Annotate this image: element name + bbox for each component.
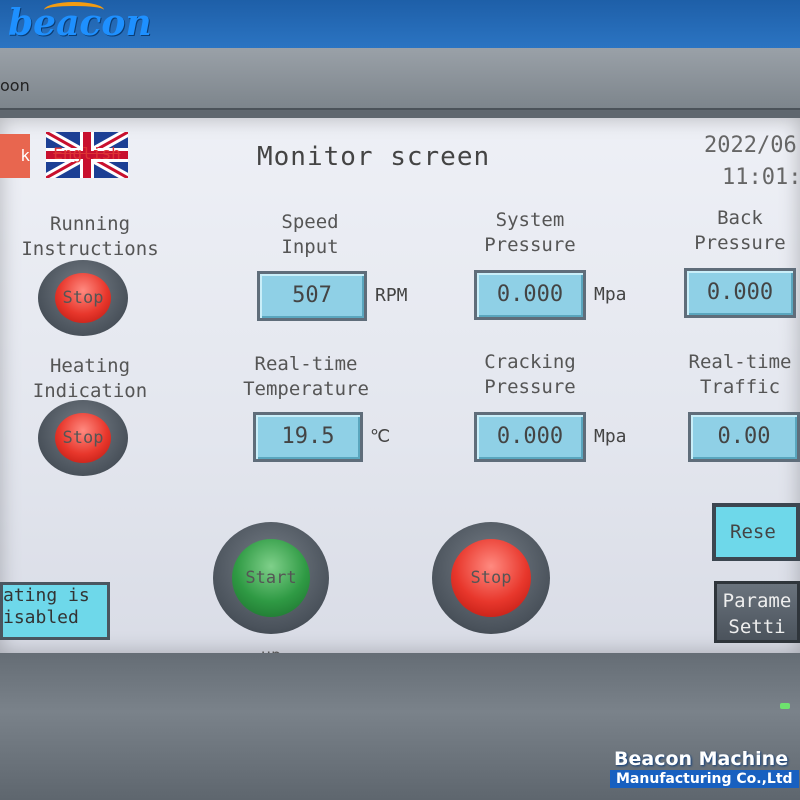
parameter-settings-line2: Setti	[728, 616, 786, 638]
bezel-band: oon	[0, 48, 800, 110]
cracking-pressure-label-line1: Cracking	[484, 351, 576, 373]
stop-button[interactable]: Stop	[432, 522, 550, 634]
system-pressure-unit: Mpa	[594, 284, 627, 305]
temperature-label-line1: Real-time	[254, 353, 358, 375]
bezel-brand-label: oon	[0, 76, 30, 95]
back-pressure-label: Back Pressure	[680, 206, 800, 256]
running-indicator: Stop	[38, 260, 128, 336]
running-instructions-label: Running Instructions	[10, 212, 170, 262]
traffic-label-line1: Real-time	[688, 351, 792, 373]
hmi-screen: k English Monitor screen 2022/06 11:01: …	[0, 118, 800, 666]
heating-status-line1: ating is	[3, 585, 90, 606]
traffic-label: Real-time Traffic	[680, 350, 800, 400]
power-led-icon	[780, 703, 790, 709]
cracking-pressure-unit: Mpa	[594, 426, 627, 447]
cracking-pressure-value-field[interactable]: 0.000	[474, 412, 586, 462]
system-pressure-label: System Pressure	[460, 208, 600, 258]
speed-input-label: Speed Input	[250, 210, 370, 260]
temperature-unit: ℃	[370, 426, 391, 447]
system-pressure-value-field[interactable]: 0.000	[474, 270, 586, 320]
speed-label-line2: Input	[281, 236, 339, 258]
heating-status-box: ating is isabled	[0, 582, 110, 640]
heating-indicator: Stop	[38, 400, 128, 476]
start-up-button[interactable]: Start up	[213, 522, 329, 666]
watermark-line2: Manufacturing Co.,Ltd	[610, 770, 799, 788]
language-button-other[interactable]: k	[0, 134, 30, 178]
speed-unit: RPM	[375, 285, 408, 306]
reset-button[interactable]: Rese	[712, 503, 800, 561]
running-label-line1: Running	[49, 213, 131, 235]
time-text: 11:01:	[722, 165, 800, 190]
running-label-line2: Instructions	[21, 238, 159, 260]
back-pressure-value-field[interactable]: 0.000	[684, 268, 796, 318]
back-pressure-label-line1: Back	[717, 207, 763, 229]
language-english-label: English	[53, 144, 121, 163]
heating-status-line2: isabled	[3, 607, 79, 628]
heating-indication-label: Heating Indication	[20, 354, 160, 404]
cracking-pressure-label-line2: Pressure	[484, 376, 576, 398]
traffic-label-line2: Traffic	[699, 376, 781, 398]
traffic-value-field[interactable]: 0.00	[688, 412, 800, 462]
datetime-display: 2022/06 11:01:	[704, 130, 800, 194]
watermark-line1: Beacon Machine	[614, 748, 789, 770]
speed-label-line1: Speed	[281, 211, 339, 233]
date-text: 2022/06	[704, 133, 797, 158]
back-pressure-label-line2: Pressure	[694, 232, 786, 254]
system-pressure-label-line2: Pressure	[484, 234, 576, 256]
heating-indicator-lamp: Stop	[55, 413, 111, 463]
page-title: Monitor screen	[257, 142, 491, 172]
temperature-value-field[interactable]: 19.5	[253, 412, 363, 462]
language-button-english[interactable]: English	[46, 132, 128, 178]
temperature-label-line2: Temperature	[243, 378, 369, 400]
parameter-settings-line1: Parame	[722, 590, 792, 612]
brand-logo: beacon	[8, 2, 152, 44]
start-up-label: Start up	[232, 539, 310, 666]
speed-value-field[interactable]: 507	[257, 271, 367, 321]
heating-label-line1: Heating	[49, 355, 131, 377]
system-pressure-label-line1: System	[495, 209, 565, 231]
running-indicator-lamp: Stop	[55, 273, 111, 323]
cracking-pressure-label: Cracking Pressure	[460, 350, 600, 400]
stop-label: Stop	[451, 539, 531, 617]
parameter-settings-button[interactable]: Parame Setti	[714, 581, 800, 643]
temperature-label: Real-time Temperature	[236, 352, 376, 402]
